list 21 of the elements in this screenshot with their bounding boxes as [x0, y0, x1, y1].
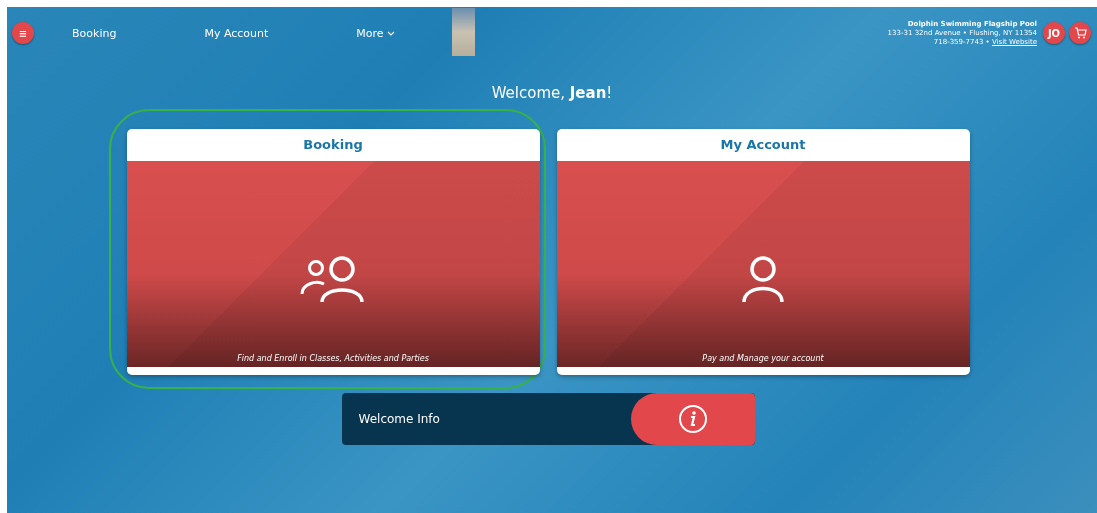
person-icon [741, 254, 785, 304]
cart-icon [1073, 27, 1087, 39]
cart-button[interactable] [1069, 22, 1091, 44]
menu-button[interactable]: ≡ [12, 22, 34, 44]
account-tile[interactable]: My Account Pay and Manage your account [556, 129, 970, 375]
building-photo-placeholder [452, 8, 476, 56]
welcome-info-bar[interactable]: Welcome Info [341, 393, 755, 445]
booking-tile[interactable]: Booking Find and Enroll in Classes, Activities and Parties [126, 129, 540, 375]
info-button[interactable] [630, 393, 755, 445]
user-avatar-button[interactable]: JO [1043, 22, 1065, 44]
info-icon [677, 404, 708, 434]
tile-title: Booking [302, 136, 364, 154]
tile-title: My Account [719, 136, 807, 154]
nav-link[interactable]: More [356, 26, 396, 40]
tile-caption: Pay and Manage your account [702, 354, 824, 363]
chevron-down-icon [387, 31, 396, 36]
welcome-info-label: Welcome Info [358, 412, 440, 426]
welcome-heading: Welcome, Jean! [491, 84, 613, 102]
nav-link[interactable]: Booking [72, 26, 117, 40]
tile-caption: Find and Enroll in Classes, Activities and Parties [237, 354, 429, 363]
nav-link[interactable]: My Account [204, 26, 269, 40]
